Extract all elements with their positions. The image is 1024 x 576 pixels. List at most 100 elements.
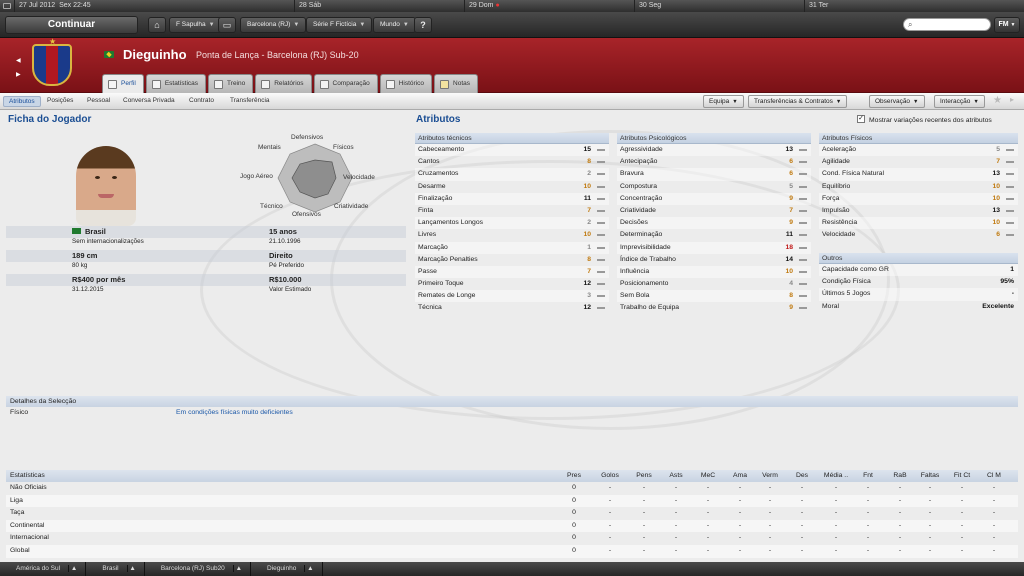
show-changes-toggle[interactable]: ✓ Mostrar variações recentes dos atributo… (857, 115, 992, 124)
attribute-row[interactable]: Concentração 9 (617, 192, 811, 205)
breadcrumb[interactable]: Dieguinho ▲ (251, 562, 323, 576)
attribute-row[interactable]: Cabeceamento 15 (415, 144, 609, 157)
attribute-row[interactable]: Cantos 8 (415, 156, 609, 168)
attribute-row[interactable]: Primeiro Toque 12 (415, 278, 609, 290)
column-header[interactable]: Verm (756, 470, 784, 482)
attribute-row[interactable]: Criatividade 7 (617, 205, 811, 217)
attribute-row[interactable]: Marcação Penalties 8 (415, 254, 609, 266)
attribute-row[interactable]: Condição Física 95% (819, 276, 1018, 288)
home-icon[interactable]: ⌂ (148, 17, 166, 33)
subtab-private-chat[interactable]: Conversa Privada (118, 96, 180, 105)
attribute-row[interactable]: Moral Excelente (819, 301, 1018, 313)
attribute-row[interactable]: Passe 7 (415, 265, 609, 279)
transfers-menu[interactable]: Transferências & Contratos ▼ (748, 95, 848, 108)
tab-notes[interactable]: Notas (434, 74, 478, 93)
breadcrumb[interactable]: Brasil ▲ (86, 562, 145, 576)
attribute-row[interactable]: Aceleração 5 (819, 144, 1018, 157)
attribute-row[interactable]: Trabalho de Equipa 9 (617, 302, 811, 314)
attribute-row[interactable]: Determinação 11 (617, 229, 811, 241)
attribute-row[interactable]: Influência 10 (617, 265, 811, 279)
table-row[interactable]: Continental 0 - - - - - - - - - - - - - (6, 519, 1018, 533)
search-input[interactable]: ⌕ (903, 18, 991, 31)
attribute-row[interactable]: Força 10 (819, 192, 1018, 205)
attribute-row[interactable]: Bravura 6 (617, 168, 811, 181)
column-header[interactable]: MeC (694, 470, 722, 482)
column-header[interactable]: Fnt (854, 470, 882, 482)
interaction-menu[interactable]: Interacção ▼ (934, 95, 985, 108)
column-header[interactable]: Pres (560, 470, 588, 482)
attribute-row[interactable]: Cond. Física Natural 13 (819, 168, 1018, 181)
attribute-row[interactable]: Sem Bola 8 (617, 290, 811, 303)
fm-menu-button[interactable]: FM ▼ (994, 17, 1020, 33)
world-menu-button[interactable]: Mundo ▼ (373, 17, 416, 33)
column-header[interactable]: Ama (726, 470, 754, 482)
attribute-row[interactable]: Impulsão 13 (819, 205, 1018, 217)
help-button[interactable]: ? (414, 17, 432, 33)
column-header[interactable]: Des (788, 470, 816, 482)
attribute-row[interactable]: Imprevisibilidade 18 (617, 241, 811, 254)
attribute-row[interactable]: Cruzamentos 2 (415, 168, 609, 181)
attribute-row[interactable]: Posicionamento 4 (617, 278, 811, 290)
menu-icon[interactable] (0, 0, 14, 12)
table-row[interactable]: Internacional 0 - - - - - - - - - - - - - (6, 532, 1018, 545)
breadcrumb[interactable]: América do Sul ▲ (0, 562, 87, 576)
attribute-row[interactable]: Capacidade como GR 1 (819, 264, 1018, 277)
column-header[interactable]: Estatísticas (10, 470, 110, 482)
competition-menu-button[interactable]: Série F Fictícia ▼ (306, 17, 373, 33)
subtab-positions[interactable]: Posições (42, 96, 78, 105)
tab-comparison[interactable]: Comparação (313, 74, 378, 93)
attribute-row[interactable]: Compostura 5 (617, 181, 811, 193)
table-row[interactable]: Não Oficiais 0 - - - - - - - - - - - - - (6, 482, 1018, 495)
forward-arrow-icon[interactable]: ▶ (16, 68, 21, 82)
attribute-row[interactable]: Desarme 10 (415, 181, 609, 193)
manager-menu-button[interactable]: F Sapulha ▼ (169, 17, 222, 33)
more-icon[interactable]: ▸ (1010, 95, 1014, 104)
club-menu-button[interactable]: Barcelona (RJ) ▼ (240, 17, 307, 33)
table-row[interactable]: Global 0 - - - - - - - - - - - - - (6, 544, 1018, 558)
subtab-contract[interactable]: Contrato (184, 96, 219, 105)
attribute-row[interactable]: Lançamentos Longos 2 (415, 217, 609, 230)
attribute-row[interactable]: Agressividade 13 (617, 144, 811, 157)
attribute-row[interactable]: Técnica 12 (415, 302, 609, 314)
tab-profile[interactable]: Perfil (102, 74, 144, 93)
attribute-row[interactable]: Decisões 9 (617, 217, 811, 230)
tab-training[interactable]: Treino (208, 74, 254, 93)
scouting-menu[interactable]: Observação ▼ (869, 95, 925, 108)
attribute-row[interactable]: Remates de Longe 3 (415, 290, 609, 303)
table-row[interactable]: Liga 0 - - - - - - - - - - - - - (6, 494, 1018, 508)
tab-history[interactable]: Histórico (379, 74, 433, 93)
fitness-link[interactable]: Em condições físicas muito deficientes (176, 407, 293, 419)
column-header[interactable]: Golos (596, 470, 624, 482)
column-header[interactable]: Cl M (980, 470, 1008, 482)
attribute-row[interactable]: Velocidade 6 (819, 229, 1018, 241)
tab-reports[interactable]: Relatórios (255, 74, 312, 93)
club-crest[interactable]: ★ (32, 37, 72, 86)
calendar-day[interactable]: 28 Sáb (294, 0, 464, 12)
subtab-personal[interactable]: Pessoal (82, 96, 115, 105)
attribute-row[interactable]: Livres 10 (415, 229, 609, 241)
team-menu[interactable]: Equipa ▼ (703, 95, 744, 108)
column-header[interactable]: Média .. (822, 470, 850, 482)
column-header[interactable]: Asts (662, 470, 690, 482)
tab-stats[interactable]: Estatísticas (145, 74, 207, 93)
attribute-row[interactable]: Últimos 5 Jogos - (819, 288, 1018, 301)
attribute-row[interactable]: Agilidade 7 (819, 156, 1018, 168)
table-row[interactable]: Taça 0 - - - - - - - - - - - - - (6, 507, 1018, 520)
breadcrumb[interactable]: Barcelona (RJ) Sub20 ▲ (145, 562, 252, 576)
calendar-day[interactable]: 31 Ter (804, 0, 1022, 12)
continue-button[interactable]: Continuar (5, 16, 138, 34)
attribute-row[interactable]: Antecipação 6 (617, 156, 811, 168)
attribute-row[interactable]: Marcação 1 (415, 241, 609, 254)
checkbox-icon[interactable]: ✓ (857, 115, 865, 123)
inbox-icon[interactable]: ▭ (218, 17, 236, 33)
back-arrow-icon[interactable]: ◀ (16, 54, 21, 68)
column-header[interactable]: Pens (630, 470, 658, 482)
calendar-day[interactable]: 30 Seg (634, 0, 804, 12)
attribute-row[interactable]: Finta 7 (415, 205, 609, 217)
attribute-row[interactable]: Índice de Trabalho 14 (617, 254, 811, 266)
column-header[interactable]: Faltas (916, 470, 944, 482)
column-header[interactable]: RaB (886, 470, 914, 482)
column-header[interactable]: Fit Ct (948, 470, 976, 482)
attribute-row[interactable]: Equilíbrio 10 (819, 181, 1018, 193)
attribute-row[interactable]: Finalização 11 (415, 192, 609, 205)
